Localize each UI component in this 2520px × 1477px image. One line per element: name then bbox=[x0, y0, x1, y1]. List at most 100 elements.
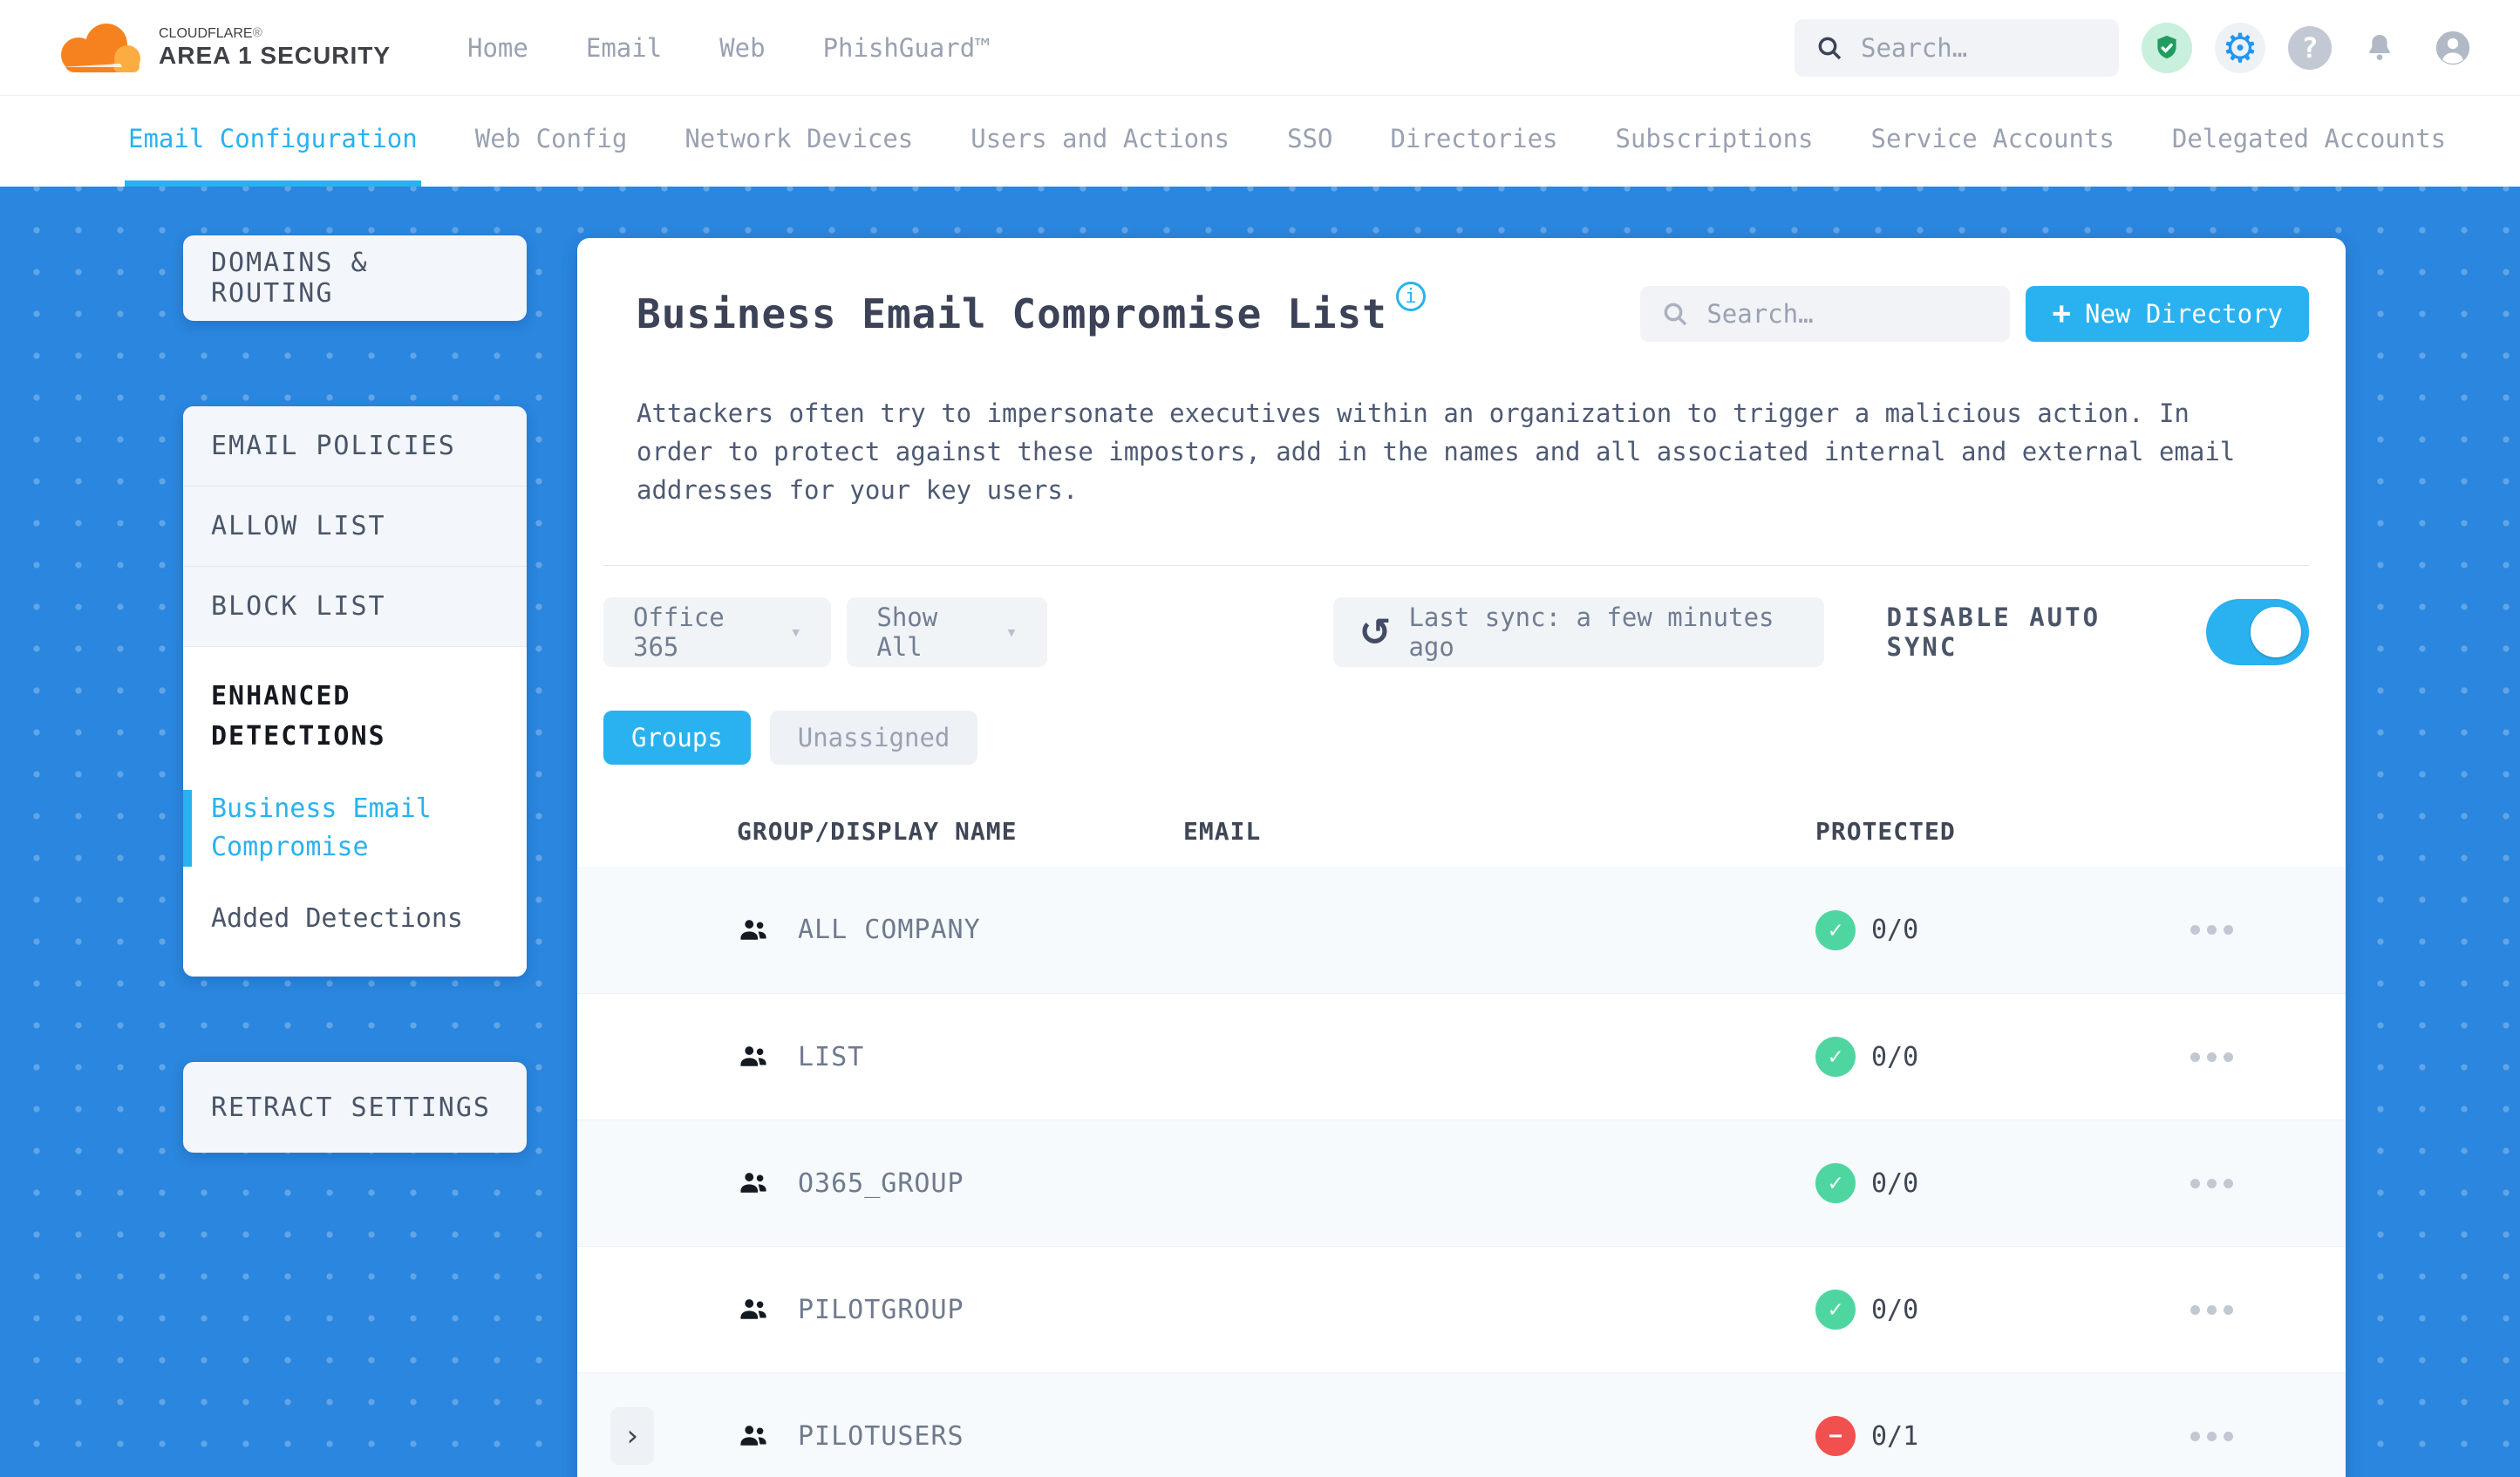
filter-row: Office 365 ▾ Show All ▾ ↺ Last sync: a f… bbox=[577, 566, 2346, 667]
table-row[interactable]: LIST ✓ 0/0 bbox=[577, 993, 2346, 1120]
tab-groups[interactable]: Groups bbox=[603, 711, 751, 765]
question-icon: ? bbox=[2301, 31, 2319, 65]
ellipsis-icon bbox=[2190, 1431, 2200, 1441]
info-icon[interactable]: i bbox=[1395, 282, 1426, 311]
group-people-icon bbox=[740, 1426, 766, 1446]
group-name: O365_GROUP bbox=[798, 1167, 964, 1199]
group-people-icon bbox=[740, 1046, 766, 1066]
group-people-icon bbox=[740, 1299, 766, 1319]
group-name-cell: O365_GROUP bbox=[577, 1167, 1183, 1200]
row-actions-menu-button[interactable] bbox=[2077, 1178, 2346, 1188]
nav-item-web[interactable]: Web bbox=[719, 33, 765, 63]
row-actions-menu-button[interactable] bbox=[2077, 1431, 2346, 1441]
protected-cell: ✓ 0/0 bbox=[1815, 1037, 2077, 1077]
sidebar-card-domains[interactable]: DOMAINS & ROUTING bbox=[183, 235, 527, 321]
ellipsis-icon bbox=[2190, 1178, 2200, 1188]
cloudflare-logo[interactable]: CLOUDFLARE® AREA 1 SECURITY bbox=[52, 18, 391, 78]
expand-chevron-button[interactable]: › bbox=[610, 1407, 654, 1465]
search-icon bbox=[1664, 303, 1687, 326]
table-row[interactable]: ALL COMPANY ✓ 0/0 bbox=[577, 867, 2346, 993]
sidebar-item-added-detections[interactable]: Added Detections bbox=[183, 900, 527, 938]
sidebar-item-enhanced-detections[interactable]: ENHANCED DETECTIONS bbox=[183, 677, 527, 757]
protected-count: 0/1 bbox=[1871, 1420, 1919, 1452]
column-header-name: GROUP/DISPLAY NAME bbox=[737, 817, 1018, 846]
tab-service-accounts[interactable]: Service Accounts bbox=[1868, 96, 2118, 187]
tab-delegated-accounts[interactable]: Delegated Accounts bbox=[2169, 96, 2449, 187]
brand-line2: AREA 1 SECURITY bbox=[159, 41, 392, 69]
sidebar-item-domains-routing[interactable]: DOMAINS & ROUTING bbox=[183, 248, 527, 309]
row-actions-menu-button[interactable] bbox=[2077, 1052, 2346, 1062]
protected-status-icon: ✓ bbox=[1815, 909, 1856, 950]
help-button[interactable]: ? bbox=[2288, 25, 2332, 70]
panel-header: Business Email Compromise List i + New D… bbox=[577, 238, 2346, 342]
last-sync-label: Last sync: a few minutes ago bbox=[1408, 602, 1774, 662]
nav-item-home[interactable]: Home bbox=[467, 33, 528, 63]
auto-sync-toggle[interactable] bbox=[2206, 599, 2309, 665]
last-sync-button[interactable]: ↺ Last sync: a few minutes ago bbox=[1332, 597, 1824, 667]
tab-directories[interactable]: Directories bbox=[1386, 96, 1561, 187]
group-name-cell: PILOTGROUP bbox=[577, 1293, 1183, 1326]
table-row[interactable]: › PILOTUSERS − 0/1 bbox=[577, 1372, 2346, 1477]
sidebar-item-business-email-compromise[interactable]: Business Email Compromise bbox=[183, 790, 527, 867]
tab-subscriptions[interactable]: Subscriptions bbox=[1612, 96, 1817, 187]
row-actions-menu-button[interactable] bbox=[2077, 1304, 2346, 1315]
sidebar-card-retract[interactable]: RETRACT SETTINGS bbox=[183, 1062, 527, 1153]
list-search-input[interactable] bbox=[1706, 299, 1960, 329]
sidebar-item-email-policies[interactable]: EMAIL POLICIES bbox=[183, 406, 527, 487]
row-actions-menu-button[interactable] bbox=[2077, 925, 2346, 935]
list-search[interactable] bbox=[1640, 286, 2011, 342]
column-header-protected: PROTECTED bbox=[1815, 817, 1956, 846]
page-description: Attackers often try to impersonate execu… bbox=[637, 398, 2236, 505]
global-search[interactable] bbox=[1795, 18, 2119, 77]
group-people-icon bbox=[740, 919, 766, 940]
account-button[interactable] bbox=[2428, 23, 2478, 73]
ellipsis-icon bbox=[2190, 925, 2200, 935]
protected-cell: ✓ 0/0 bbox=[1815, 1163, 2077, 1203]
new-directory-button[interactable]: + New Directory bbox=[2026, 286, 2309, 342]
group-name: ALL COMPANY bbox=[798, 915, 981, 945]
global-search-input[interactable] bbox=[1861, 32, 2070, 63]
tab-sso[interactable]: SSO bbox=[1284, 96, 1336, 187]
ellipsis-icon bbox=[2190, 1304, 2200, 1315]
protected-count: 0/0 bbox=[1871, 1041, 1919, 1072]
ellipsis-icon bbox=[2190, 1052, 2200, 1062]
group-name: LIST bbox=[798, 1041, 865, 1072]
protected-count: 0/0 bbox=[1871, 915, 1919, 945]
gear-icon: ⚙ bbox=[2222, 24, 2258, 71]
group-name: PILOTGROUP bbox=[798, 1294, 964, 1325]
refresh-icon: ↺ bbox=[1359, 609, 1392, 655]
protected-count: 0/0 bbox=[1871, 1167, 1919, 1199]
tab-unassigned[interactable]: Unassigned bbox=[769, 711, 978, 765]
group-name-cell: › PILOTUSERS bbox=[577, 1407, 1183, 1465]
sidebar-item-block-list[interactable]: BLOCK LIST bbox=[183, 567, 527, 647]
directory-select[interactable]: Office 365 ▾ bbox=[603, 597, 832, 667]
table-row[interactable]: O365_GROUP ✓ 0/0 bbox=[577, 1120, 2346, 1246]
user-avatar-icon bbox=[2435, 31, 2470, 65]
group-name-cell: LIST bbox=[577, 1040, 1183, 1073]
plus-icon: + bbox=[2052, 296, 2072, 331]
tab-email-configuration[interactable]: Email Configuration bbox=[125, 96, 421, 187]
protected-cell: ✓ 0/0 bbox=[1815, 1290, 2077, 1330]
notifications-button[interactable] bbox=[2354, 23, 2405, 73]
main-panel: Business Email Compromise List i + New D… bbox=[577, 238, 2346, 1477]
nav-item-email[interactable]: Email bbox=[586, 33, 662, 63]
protected-count: 0/0 bbox=[1871, 1294, 1919, 1325]
nav-item-phishguard[interactable]: PhishGuard™ bbox=[823, 33, 991, 63]
page-title: Business Email Compromise List bbox=[637, 290, 1387, 337]
view-tabs: Groups Unassigned bbox=[577, 667, 2346, 765]
tab-users-and-actions[interactable]: Users and Actions bbox=[967, 96, 1233, 187]
group-name-cell: ALL COMPANY bbox=[577, 914, 1183, 947]
tab-network-devices[interactable]: Network Devices bbox=[681, 96, 916, 187]
settings-button[interactable]: ⚙ bbox=[2215, 22, 2265, 73]
auto-sync-label: DISABLE AUTO SYNC bbox=[1886, 602, 2101, 662]
group-people-icon bbox=[740, 1173, 766, 1193]
protected-status-icon: ✓ bbox=[1815, 1290, 1856, 1330]
security-status-button[interactable] bbox=[2142, 22, 2192, 73]
sidebar-section-enhanced-detections: ENHANCED DETECTIONS Business Email Compr… bbox=[183, 647, 527, 977]
table-row[interactable]: PILOTGROUP ✓ 0/0 bbox=[577, 1246, 2346, 1372]
sidebar-item-allow-list[interactable]: ALLOW LIST bbox=[183, 487, 527, 567]
show-filter-select[interactable]: Show All ▾ bbox=[847, 597, 1047, 667]
sidebar-item-retract-settings[interactable]: RETRACT SETTINGS bbox=[183, 1092, 519, 1123]
tab-web-config[interactable]: Web Config bbox=[472, 96, 631, 187]
cloudflare-cloud-icon bbox=[59, 23, 140, 72]
